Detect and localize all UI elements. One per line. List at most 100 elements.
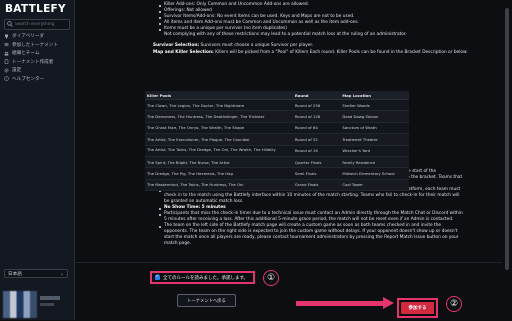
table-row: The Mastermind, The Twins, The Huntress,…: [145, 179, 409, 192]
rule-line: Not complying with any of these restrict…: [164, 32, 407, 37]
table-row: The Artist, The Twins, The Dredge, The O…: [145, 145, 409, 157]
table-cell: The Clown, The Legion, The Doctor, The N…: [145, 99, 293, 112]
bullet: [159, 29, 161, 31]
table-cell: Coal Tower: [340, 179, 409, 192]
table-cell: Treatment Theatre: [340, 133, 409, 146]
table-cell: Round of 32: [292, 133, 341, 146]
table-cell: Quarter Finals: [292, 156, 341, 169]
sidebar-item-label: ヘルプセンター: [12, 76, 45, 82]
rule-line: Offerings: Not allowed: [164, 8, 212, 13]
table-cell: Grand Finals: [292, 179, 341, 192]
sidebar-item-settings[interactable]: 設定: [4, 66, 70, 75]
column-header: Round: [292, 91, 341, 100]
table-cell: Round of 128: [292, 110, 341, 123]
column-header: Map Location: [340, 91, 409, 100]
bullet: [159, 11, 161, 13]
search-icon: [7, 21, 13, 27]
search-input[interactable]: [15, 20, 67, 29]
sidebar-item-orgs-teams[interactable]: 組織とチーム: [4, 49, 70, 58]
user-subtitle-blurred: [40, 303, 54, 306]
bullet: [159, 23, 161, 25]
language-value: 日本語: [8, 271, 22, 277]
checkbox-checked-icon[interactable]: [155, 273, 160, 280]
annotation-number-1: ①: [263, 270, 279, 286]
core-rule-line: start the match once all players are rea…: [164, 235, 459, 240]
table-cell: Round of 16: [292, 145, 341, 157]
help-icon: ?: [4, 76, 9, 82]
table-row: The Demoness, The Huntress, The Deathsli…: [145, 110, 409, 123]
core-rule-line: check in to the match using the Battlefy…: [164, 193, 460, 198]
table-cell: Family Residence: [340, 156, 409, 169]
table-row: The Spirit, The Blight, The Nurse, The A…: [145, 156, 409, 169]
sidebar-item-joined-tournaments[interactable]: 参加したトーナメント: [4, 41, 70, 50]
table-cell: The Artist, The Executioner, The Plague,…: [145, 133, 293, 146]
bullet: [159, 226, 161, 228]
table-cell: Dead Dawg Saloon: [340, 110, 409, 123]
core-rule-line: opponents. The team on the right side is…: [164, 229, 458, 234]
sidebar-item-label: トーナメント作成者: [12, 59, 54, 65]
annotation-arrow-head-icon: [383, 297, 394, 309]
sidebar: BATTLEFY ダイアベリーダ 参加したトーナメント 組織とチーム トーナメン…: [0, 0, 75, 320]
table-cell: The Artist, The Twins, The Dredge, The O…: [145, 145, 293, 157]
clipboard-icon: [4, 59, 9, 65]
bullet: [159, 208, 161, 210]
sidebar-item-tournament-creator[interactable]: トーナメント作成者: [4, 58, 70, 67]
annotation-arrow: [296, 301, 384, 306]
join-button[interactable]: 参加する: [401, 302, 434, 314]
table-row: The Artist, The Executioner, The Plague,…: [145, 133, 409, 146]
core-rule-line: The team on the left side of the Battlef…: [164, 223, 442, 228]
core-rule-line: No Show Time: 5 minutes: [164, 205, 226, 210]
table-cell: Semi-Finals: [292, 167, 341, 180]
table-row: The Clown, The Legion, The Doctor, The N…: [145, 99, 409, 112]
scrollbar-thumb[interactable]: [505, 8, 509, 270]
sidebar-item-label: 設定: [12, 68, 22, 74]
survivor-selection: Survivor Selection: Survivors must choos…: [153, 43, 314, 48]
rule-line: Killer Add-ons: Only Common and Uncommon…: [164, 2, 309, 7]
scrollbar[interactable]: [502, 0, 512, 320]
table-cell: The Mastermind, The Twins, The Huntress,…: [145, 179, 293, 192]
table-header-row: Killer Pools Round Map Location: [145, 91, 409, 100]
rule-line: Items must be a unique per survivor (no …: [164, 26, 287, 31]
table-cell: Sanctum of Wrath: [340, 122, 409, 135]
group-icon: [4, 51, 9, 56]
column-header: Killer Pools: [145, 91, 293, 100]
sidebar-item-label: 組織とチーム: [12, 51, 40, 57]
chevron-down-icon: ⌄: [59, 271, 64, 277]
table-cell: The Spirit, The Blight, The Nurse, The A…: [145, 156, 293, 169]
annotation-number-2: ②: [446, 296, 462, 312]
table-cell: The Demoness, The Huntress, The Deathsli…: [145, 110, 293, 123]
agree-label: 全てのルールを読みました。承諾します。: [163, 275, 249, 281]
sidebar-item-label: 参加したトーナメント: [12, 42, 58, 48]
core-rule-line: match page.: [164, 241, 192, 246]
table-cell: Round of 64: [292, 122, 341, 135]
avatar[interactable]: [3, 291, 37, 318]
table-cell: Round of 256: [292, 99, 341, 112]
core-rule-line: Participants that miss the check-in time…: [164, 211, 463, 216]
agree-rules-checkbox[interactable]: 全てのルールを読みました。承諾します。: [150, 271, 255, 284]
sidebar-item-diary-reader[interactable]: ダイアベリーダ: [4, 32, 70, 41]
list-icon: [4, 43, 9, 47]
user-name-blurred: [40, 296, 60, 300]
table-cell: The Dredge, The Pig, The Hexmesis, The H…: [145, 167, 293, 180]
back-to-tournament-button[interactable]: トーナメントへ戻る: [177, 294, 236, 307]
killer-pools-table: Killer Pools Round Map Location The Clow…: [145, 91, 409, 192]
sidebar-item-help-center[interactable]: ? ヘルプセンター: [4, 75, 70, 84]
trophy-icon: [5, 34, 8, 39]
language-select[interactable]: 日本語 ⌄: [4, 269, 68, 278]
sidebar-nav: ダイアベリーダ 参加したトーナメント 組織とチーム トーナメント作成者 設定 ?…: [4, 32, 70, 83]
rule-line: All items and item Add-ons must be Commo…: [164, 20, 360, 25]
bullet: [159, 214, 161, 216]
search-box[interactable]: [4, 19, 70, 30]
table-cell: Midwich Elementary School: [340, 167, 409, 180]
core-rule-line: be granted an automatic match loss.: [164, 199, 244, 204]
table-cell: Shelter Woods: [340, 99, 409, 112]
rule-line: Survivor Items/Add-ons: No event items c…: [164, 14, 355, 19]
table-row: The Dredge, The Pig, The Hexmesis, The H…: [145, 167, 409, 180]
map-killer-selection: Map and Killer Selection: Killers will b…: [153, 50, 468, 55]
bullet: [159, 17, 161, 19]
table-row: The Ghost Face, The Onryo, The Wraith, T…: [145, 122, 409, 135]
battlefy-logo[interactable]: BATTLEFY: [5, 3, 66, 15]
sidebar-item-label: ダイアベリーダ: [12, 34, 45, 40]
table-cell: Wrecker's Yard: [340, 145, 409, 157]
core-rule-line: 5 minutes after receiving a loss. After …: [164, 217, 454, 222]
